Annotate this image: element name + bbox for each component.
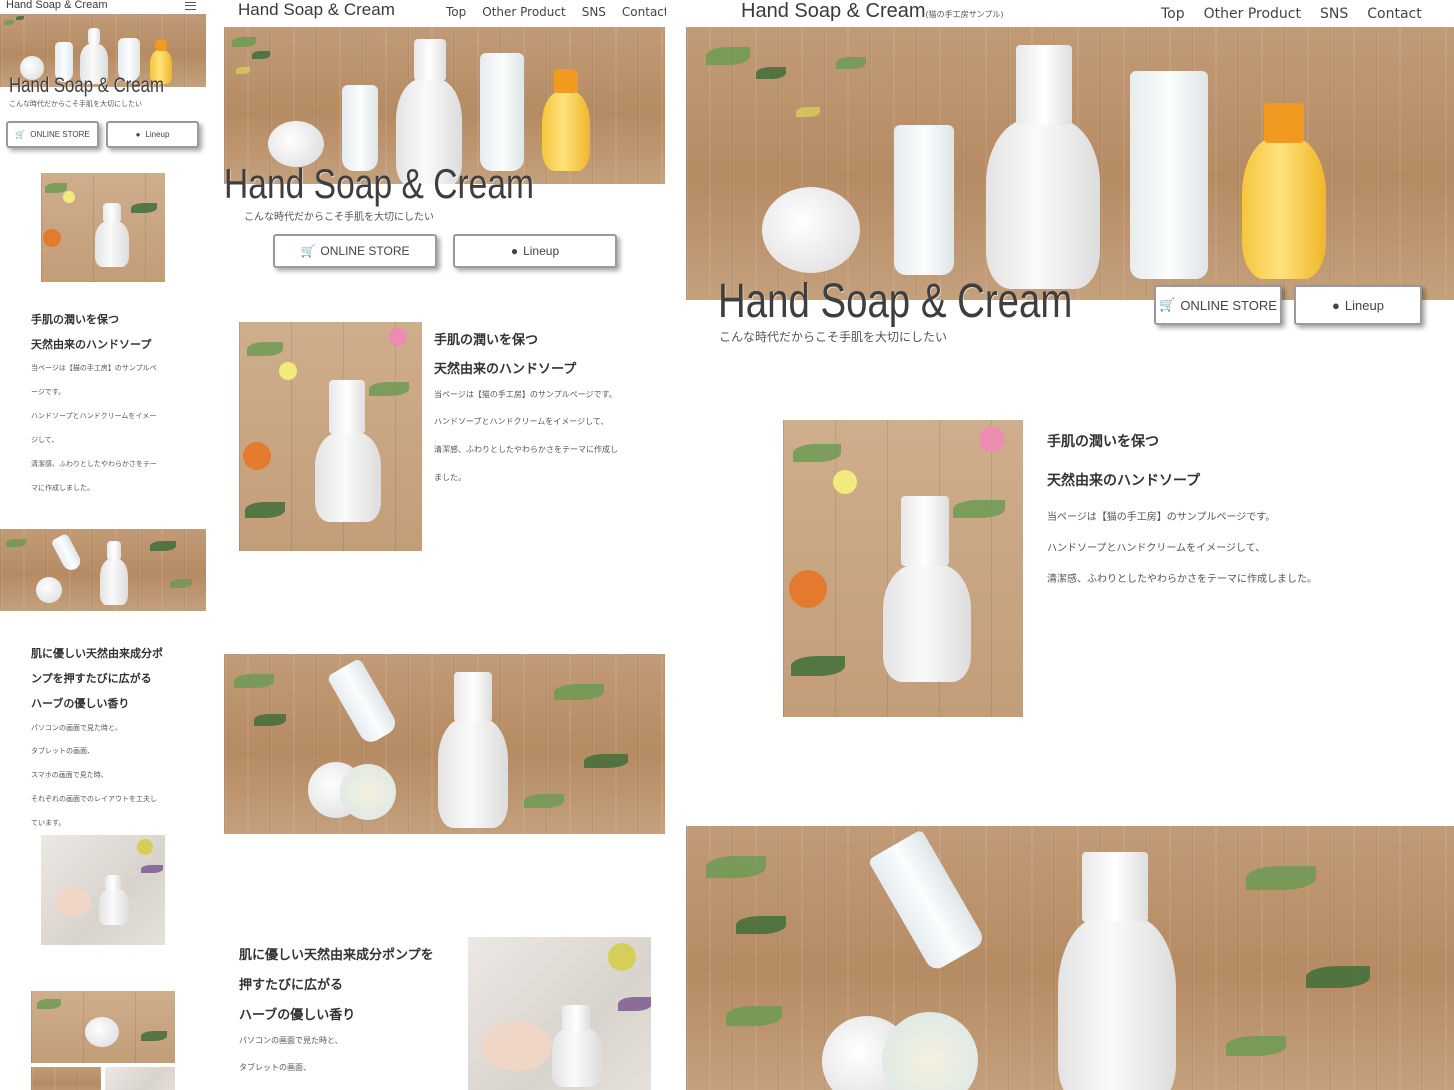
- section2-heading-2: 押すたびに広がる: [239, 978, 344, 993]
- section2-body-4: それぞれの画面でのレイアウトを工夫し: [31, 795, 157, 803]
- lineup-label: Lineup: [1344, 297, 1384, 313]
- lineup-button[interactable]: ● Lineup: [106, 121, 199, 148]
- nav-contact[interactable]: Contact: [622, 5, 666, 19]
- lineup-button[interactable]: ● Lineup: [1294, 285, 1422, 325]
- hand-foam-image: [41, 835, 165, 945]
- soap-bottle-image: [239, 322, 422, 551]
- header-logo-subtitle: (猫の手工房サンプル): [925, 10, 1004, 19]
- online-store-label: ONLINE STORE: [320, 244, 410, 258]
- section1-body-2: ハンドソープとハンドクリームをイメージして、: [434, 417, 609, 426]
- header-logo-group[interactable]: Hand Soap & Cream(猫の手工房サンプル): [741, 0, 1004, 23]
- section2-body-3: スマホの画面で見た時、: [31, 771, 108, 779]
- banner-image: [686, 826, 1454, 1090]
- hero-tagline: こんな時代だからこそ手肌を大切にしたい: [719, 330, 948, 344]
- section2-body-1: パソコンの画面で見た時と、: [31, 724, 122, 732]
- nav-contact[interactable]: Contact: [1367, 6, 1421, 22]
- header-logo[interactable]: Hand Soap & Cream: [6, 0, 108, 11]
- section1-heading-1: 手肌の潤いを保つ: [31, 313, 119, 326]
- online-store-button[interactable]: 🛒 ONLINE STORE: [6, 121, 99, 148]
- section2-heading-3: ハーブの優しい香り: [239, 1008, 356, 1023]
- banner-image: [0, 529, 206, 611]
- section1-heading-2: 天然由来のハンドソープ: [31, 338, 152, 351]
- soap-bubbles-icon: ●: [1332, 297, 1340, 313]
- jar-image: [31, 991, 175, 1063]
- nav-top[interactable]: Top: [446, 5, 466, 19]
- section1-body-1: 当ページは【猫の手工房】のサンプルページです。: [1047, 512, 1276, 523]
- main-nav: Top Other Product SNS Contact: [1161, 6, 1422, 22]
- section1-body-2: ージです。: [31, 388, 66, 396]
- nav-sns[interactable]: SNS: [582, 5, 606, 19]
- section2-heading-3: ハーブの優しい香り: [31, 697, 130, 710]
- hero-title: Hand Soap & Cream: [224, 160, 535, 207]
- section1-heading-2: 天然由来のハンドソープ: [1047, 473, 1201, 489]
- nav-other-product[interactable]: Other Product: [482, 5, 565, 19]
- section1-body-3: 清潔感、ふわりとしたやわらかさをテーマに作成し: [434, 445, 618, 454]
- hand-foam-image: [468, 937, 651, 1090]
- section1-body-3: ハンドソープとハンドクリームをイメー: [31, 412, 157, 420]
- online-store-label: ONLINE STORE: [1180, 297, 1277, 313]
- section1-body-4: ました。: [434, 473, 466, 482]
- section2-body-2: タブレットの画面、: [31, 747, 94, 755]
- hero-tagline: こんな時代だからこそ手肌を大切にしたい: [244, 212, 434, 223]
- section2-body-1: パソコンの画面で見た時と、: [239, 1036, 343, 1045]
- nav-sns[interactable]: SNS: [1320, 6, 1348, 22]
- lineup-label: Lineup: [145, 130, 170, 139]
- section2-heading-1: 肌に優しい天然由来成分ポンプを: [239, 948, 434, 963]
- section1-heading-2: 天然由来のハンドソープ: [434, 362, 577, 377]
- lineup-thumb-2: [105, 1067, 175, 1090]
- main-nav: Top Other Product SNS Contact: [446, 5, 666, 19]
- online-store-button[interactable]: 🛒 ONLINE STORE: [273, 234, 437, 268]
- banner-image: [224, 654, 665, 834]
- nav-top[interactable]: Top: [1161, 6, 1185, 22]
- tablet-preview: Hand Soap & Cream Top Other Product SNS …: [224, 0, 666, 1090]
- section1-body-3: 清潔感、ふわりとしたやわらかさをテーマに作成しました。: [1047, 574, 1317, 585]
- section2-body-2: タブレットの画面、: [239, 1063, 311, 1072]
- desktop-preview: Hand Soap & Cream(猫の手工房サンプル) Top Other P…: [686, 0, 1454, 1090]
- hero-title: Hand Soap & Cream: [718, 275, 1073, 328]
- header-logo[interactable]: Hand Soap & Cream: [238, 0, 395, 20]
- hamburger-menu-icon[interactable]: [185, 2, 196, 10]
- shopping-cart-icon: 🛒: [1159, 297, 1176, 312]
- hero-image: [686, 27, 1454, 300]
- lineup-thumb-1: [31, 1067, 101, 1090]
- shopping-cart-icon: 🛒: [15, 130, 26, 139]
- shopping-cart-icon: 🛒: [300, 244, 316, 258]
- lineup-label: Lineup: [523, 244, 560, 258]
- section1-body-4: ジして、: [31, 436, 59, 444]
- section1-heading-1: 手肌の潤いを保つ: [1047, 434, 1159, 450]
- header-logo[interactable]: Hand Soap & Cream: [741, 0, 926, 22]
- section1-body-1: 当ページは【猫の手工房】のサンプルペ: [31, 364, 157, 372]
- hero-tagline: こんな時代だからこそ手肌を大切にしたい: [9, 100, 142, 108]
- soap-bottle-image: [41, 173, 165, 282]
- section2-heading-2: ンプを押すたびに広がる: [31, 672, 152, 685]
- soap-bubbles-icon: ●: [510, 244, 519, 258]
- lineup-button[interactable]: ● Lineup: [453, 234, 617, 268]
- section1-body-6: マに作成しました。: [31, 484, 94, 492]
- nav-other-product[interactable]: Other Product: [1204, 6, 1301, 22]
- online-store-button[interactable]: 🛒 ONLINE STORE: [1154, 285, 1282, 325]
- section1-heading-1: 手肌の潤いを保つ: [434, 333, 539, 348]
- soap-bottle-image: [783, 420, 1023, 717]
- online-store-label: ONLINE STORE: [30, 130, 90, 139]
- section1-body-2: ハンドソープとハンドクリームをイメージして、: [1047, 543, 1266, 554]
- section2-heading-1: 肌に優しい天然由来成分ポ: [31, 647, 163, 660]
- soap-bubbles-icon: ●: [135, 130, 141, 139]
- section1-body-5: 清潔感、ふわりとしたやわらかさをテー: [31, 460, 157, 468]
- section2-body-5: ています。: [31, 819, 66, 827]
- hero-title: Hand Soap & Cream: [9, 74, 165, 97]
- section1-body-1: 当ページは【猫の手工房】のサンプルページです。: [434, 390, 617, 399]
- mobile-preview: Hand Soap & Cream Hand Soap & Cream こんな時…: [0, 0, 207, 1090]
